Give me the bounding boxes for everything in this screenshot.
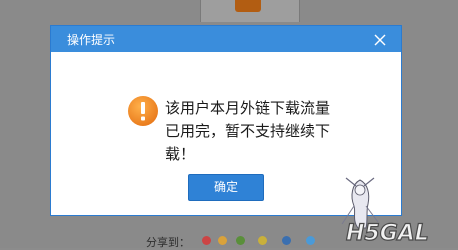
share-icon-1 <box>202 236 211 245</box>
close-icon[interactable] <box>373 32 387 46</box>
share-icon-4 <box>258 236 267 245</box>
share-icon-2 <box>218 236 227 245</box>
alert-message: 该用户本月外链下载流量 已用完，暂不支持继续下 载！ <box>165 99 331 163</box>
share-icon-5 <box>282 236 291 245</box>
warning-icon <box>127 95 159 131</box>
dialog-header: 操作提示 <box>51 26 401 52</box>
svg-text:H5GAL: H5GAL <box>346 221 429 246</box>
dialog-title: 操作提示 <box>67 33 116 47</box>
share-icon-3 <box>236 236 245 245</box>
package-icon <box>235 0 261 12</box>
site-watermark: H5GAL <box>332 176 456 247</box>
ok-button[interactable]: 确定 <box>188 174 264 201</box>
share-icon-6 <box>306 236 315 245</box>
